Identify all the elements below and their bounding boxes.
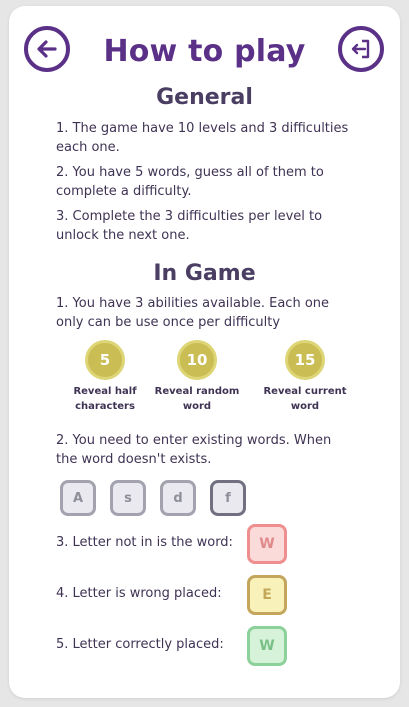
example-key-s: s <box>110 480 146 516</box>
in-game-rule-1: 1. You have 3 abilities available. Each … <box>56 296 330 330</box>
exit-button[interactable] <box>338 26 384 72</box>
in-game-heading: In Game <box>153 261 256 286</box>
in-game-rule-2: 2. You need to enter existing words. Whe… <box>56 433 332 467</box>
ability-label: Reveal half characters <box>73 386 137 412</box>
general-rule-1: 1. The game have 10 levels and 3 difficu… <box>56 121 349 155</box>
ability-cost-coin[interactable]: 10 <box>177 340 217 380</box>
ability-label: Reveal random word <box>154 386 240 412</box>
ability-reveal-current: 15 Reveal current word <box>255 340 355 414</box>
legend-key-absent: W <box>247 524 287 564</box>
ability-reveal-half: 5 Reveal half characters <box>55 340 155 414</box>
how-to-play-card: How to play General 1. The game have 10 … <box>9 6 400 698</box>
general-rule-2: 2. You have 5 words, guess all of them t… <box>56 165 324 199</box>
example-key-a: A <box>60 480 96 516</box>
general-rule-3: 3. Complete the 3 difficulties per level… <box>56 209 323 243</box>
ability-cost-coin[interactable]: 15 <box>285 340 325 380</box>
ability-reveal-random: 10 Reveal random word <box>147 340 247 414</box>
legend-text: 4. Letter is wrong placed: <box>56 586 222 601</box>
ability-label: Reveal current word <box>263 386 347 412</box>
legend-key-present: E <box>247 575 287 615</box>
legend-text: 3. Letter not in is the word: <box>56 535 233 550</box>
example-key-f: f <box>210 480 246 516</box>
ability-cost-coin[interactable]: 5 <box>85 340 125 380</box>
example-key-d: d <box>160 480 196 516</box>
general-heading: General <box>156 85 253 110</box>
legend-row-not-in-word: 3. Letter not in is the word: W <box>56 524 356 564</box>
sign-out-icon <box>351 39 370 59</box>
legend-row-correct-place: 5. Letter correctly placed: W <box>56 626 356 666</box>
legend-row-wrong-place: 4. Letter is wrong placed: E <box>56 575 356 615</box>
legend-text: 5. Letter correctly placed: <box>56 637 224 652</box>
legend-key-correct: W <box>247 626 287 666</box>
